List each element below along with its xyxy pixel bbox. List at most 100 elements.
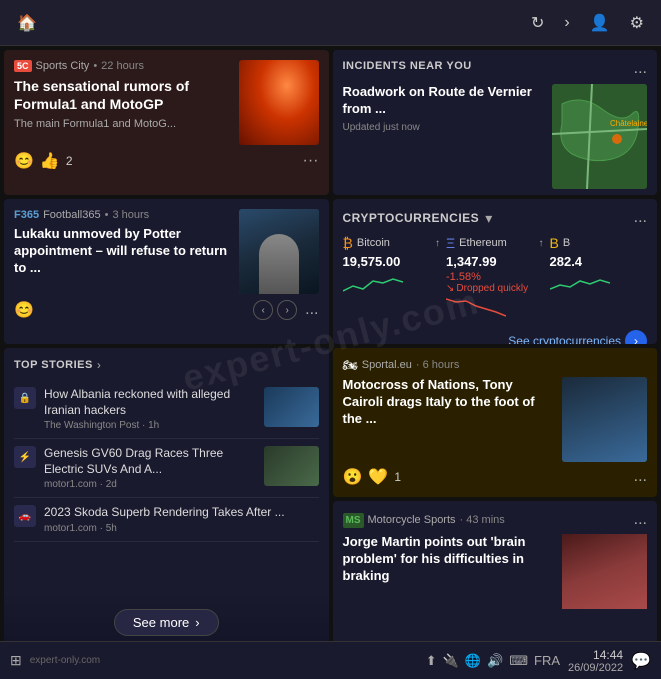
card-moto-sports[interactable]: MS Motorcycle Sports · 43 mins ... Jorge… xyxy=(333,501,658,641)
story-thumb-2 xyxy=(264,446,319,486)
story-thumb-1 xyxy=(264,387,319,427)
top-stories-label: TOP STORIES xyxy=(14,359,93,371)
third-coin-name: B xyxy=(563,237,570,249)
story-item-3[interactable]: 🚗 2023 Skoda Superb Rendering Takes Afte… xyxy=(14,498,319,542)
story-title-3: 2023 Skoda Superb Rendering Takes After … xyxy=(44,505,319,521)
bitcoin-coin-row: ₿ Bitcoin ↑ xyxy=(343,235,441,251)
ethereum-change: -1.58% xyxy=(446,271,544,283)
card-title-lukaku: Lukaku unmoved by Potter appointment – w… xyxy=(14,226,231,277)
tray-icon-5: ⌨ xyxy=(509,653,528,669)
card-lukaku-inner: F365 Football365 • 3 hours Lukaku unmove… xyxy=(14,209,319,294)
dropped-label: Dropped quickly xyxy=(456,283,528,294)
source-time-lukaku: 3 hours xyxy=(112,209,149,221)
see-cryptocurrencies-button[interactable]: See cryptocurrencies xyxy=(508,334,621,344)
card-f1-text: 5C Sports City • 22 hours The sensationa… xyxy=(14,60,231,145)
more-button-incidents[interactable]: ... xyxy=(634,60,647,78)
card-top-stories: TOP STORIES › 🔒 How Albania reckoned wit… xyxy=(4,348,329,641)
f1-source-row: 5C Sports City • 22 hours xyxy=(14,60,231,72)
settings-button[interactable]: ⚙ xyxy=(627,10,647,36)
card-f1[interactable]: 5C Sports City • 22 hours The sensationa… xyxy=(4,50,329,195)
moto-sports-header: MS Motorcycle Sports · 43 mins ... xyxy=(343,511,648,529)
chat-icon[interactable]: 💬 xyxy=(631,651,651,671)
lukaku-nav-prev[interactable]: ‹ xyxy=(253,300,273,320)
card-f1-inner: 5C Sports City • 22 hours The sensationa… xyxy=(14,60,319,145)
source-age-lukaku: • xyxy=(105,209,109,221)
story-item-1[interactable]: 🔒 How Albania reckoned with alleged Iran… xyxy=(14,380,319,439)
bottom-watermark: expert-only.com xyxy=(30,655,100,666)
lukaku-source-row: F365 Football365 • 3 hours xyxy=(14,209,231,221)
motocross-text: Motocross of Nations, Tony Cairoli drags… xyxy=(343,377,555,462)
incidents-map: Châtelaine xyxy=(552,84,647,189)
card-lukaku[interactable]: F365 Football365 • 3 hours Lukaku unmove… xyxy=(4,199,329,344)
source-icon-lukaku: F365 xyxy=(14,209,39,221)
reaction-emoji-lukaku: 😊 xyxy=(14,300,34,320)
bottom-bar: ⊞ expert-only.com ⬆ 🔌 🌐 🔊 ⌨ FRA 14:44 26… xyxy=(0,641,661,679)
crypto-label: CRYPTOCURRENCIES xyxy=(343,211,480,225)
clock-area: 14:44 26/09/2022 xyxy=(568,648,623,674)
top-bar: 🏠 ↻ › 👤 ⚙ xyxy=(0,0,661,46)
incidents-header: INCIDENTS NEAR YOU ... xyxy=(343,60,648,78)
bitcoin-price: 19,575.00 xyxy=(343,254,441,269)
story-title-1: How Albania reckoned with alleged Irania… xyxy=(44,387,256,418)
more-button-motocross[interactable]: ... xyxy=(634,468,647,486)
ethereum-trend-icon: ↑ xyxy=(539,238,544,249)
crypto-item-bitcoin: ₿ Bitcoin ↑ 19,575.00 xyxy=(343,235,441,324)
third-coin-sparkline xyxy=(550,271,610,296)
ethereum-sparkline xyxy=(446,294,506,319)
story-meta-3: motor1.com · 5h xyxy=(44,523,319,534)
ethereum-price: 1,347.99 xyxy=(446,254,544,269)
more-button-lukaku[interactable]: ... xyxy=(305,301,318,319)
top-bar-right: ↻ › 👤 ⚙ xyxy=(528,10,647,36)
motocross-source-name: Sportal.eu xyxy=(362,359,412,371)
bitcoin-trend-icon: ↑ xyxy=(435,238,440,249)
card-lukaku-image xyxy=(239,209,319,294)
moto-sports-inner: Jorge Martin points out 'brain problem' … xyxy=(343,534,648,609)
tray-icon-2: 🔌 xyxy=(443,653,459,669)
third-coin-price: 282.4 xyxy=(550,254,648,269)
card-motocross[interactable]: 🏍 Sportal.eu · 6 hours Motocross of Nati… xyxy=(333,348,658,497)
moto-sports-source-name: Motorcycle Sports xyxy=(368,514,456,526)
tray-lang: FRA xyxy=(534,653,560,668)
svg-text:Châtelaine: Châtelaine xyxy=(610,119,647,128)
refresh-button[interactable]: ↻ xyxy=(528,10,547,36)
dropped-quickly-text: ↘ Dropped quickly xyxy=(446,283,544,294)
incidents-content: Roadwork on Route de Vernier from ... Up… xyxy=(343,84,648,189)
more-button-moto-sports[interactable]: ... xyxy=(634,511,647,529)
card-title-f1: The sensational rumors of Formula1 and M… xyxy=(14,77,231,113)
moto-sports-title: Jorge Martin points out 'brain problem' … xyxy=(343,534,555,585)
story-icon-1: 🔒 xyxy=(14,387,36,409)
motocross-header: 🏍 Sportal.eu · 6 hours xyxy=(343,358,648,372)
lukaku-nav-next[interactable]: › xyxy=(277,300,297,320)
right-column: 🏍 Sportal.eu · 6 hours Motocross of Nati… xyxy=(333,348,658,641)
lukaku-text: F365 Football365 • 3 hours Lukaku unmove… xyxy=(14,209,231,294)
motocross-source-row: 🏍 Sportal.eu · 6 hours xyxy=(343,358,460,372)
home-button[interactable]: 🏠 xyxy=(14,10,40,36)
motocross-source-icon: 🏍 xyxy=(343,358,358,372)
motocross-inner: Motocross of Nations, Tony Cairoli drags… xyxy=(343,377,648,462)
crypto-dropdown-icon[interactable]: ▾ xyxy=(485,210,492,227)
motocross-reaction-2: 💛 xyxy=(368,467,388,487)
moto-sports-text: Jorge Martin points out 'brain problem' … xyxy=(343,534,555,609)
third-coin-icon: B xyxy=(550,235,559,251)
reaction-emoji-f1: 😊 xyxy=(14,151,34,171)
third-coin-row: B B xyxy=(550,235,648,251)
top-stories-chevron[interactable]: › xyxy=(97,358,101,372)
profile-button[interactable]: 👤 xyxy=(587,10,613,36)
moto-sports-image xyxy=(562,534,647,609)
see-more-button[interactable]: See more › xyxy=(114,609,219,636)
card-incidents: INCIDENTS NEAR YOU ... Roadwork on Route… xyxy=(333,50,658,195)
story-title-2: Genesis GV60 Drag Races Three Electric S… xyxy=(44,446,256,477)
forward-button[interactable]: › xyxy=(561,11,572,35)
story-item-2[interactable]: ⚡ Genesis GV60 Drag Races Three Electric… xyxy=(14,439,319,498)
reaction-count-f1: 2 xyxy=(66,154,73,168)
bottom-left: ⊞ expert-only.com xyxy=(10,652,100,669)
more-button-f1[interactable]: ··· xyxy=(303,152,319,170)
source-name-lukaku: Football365 xyxy=(43,209,101,221)
clock-time: 14:44 xyxy=(568,648,623,662)
source-badge-f1: 5C xyxy=(14,60,32,72)
more-button-crypto[interactable]: ... xyxy=(634,209,647,227)
see-crypto-circle[interactable]: › xyxy=(625,330,647,344)
card-f1-footer: 😊 👍 2 ··· xyxy=(14,151,319,171)
card-desc-f1: The main Formula1 and MotoG... xyxy=(14,117,231,131)
moto-sports-source-row: MS Motorcycle Sports · 43 mins xyxy=(343,513,505,528)
